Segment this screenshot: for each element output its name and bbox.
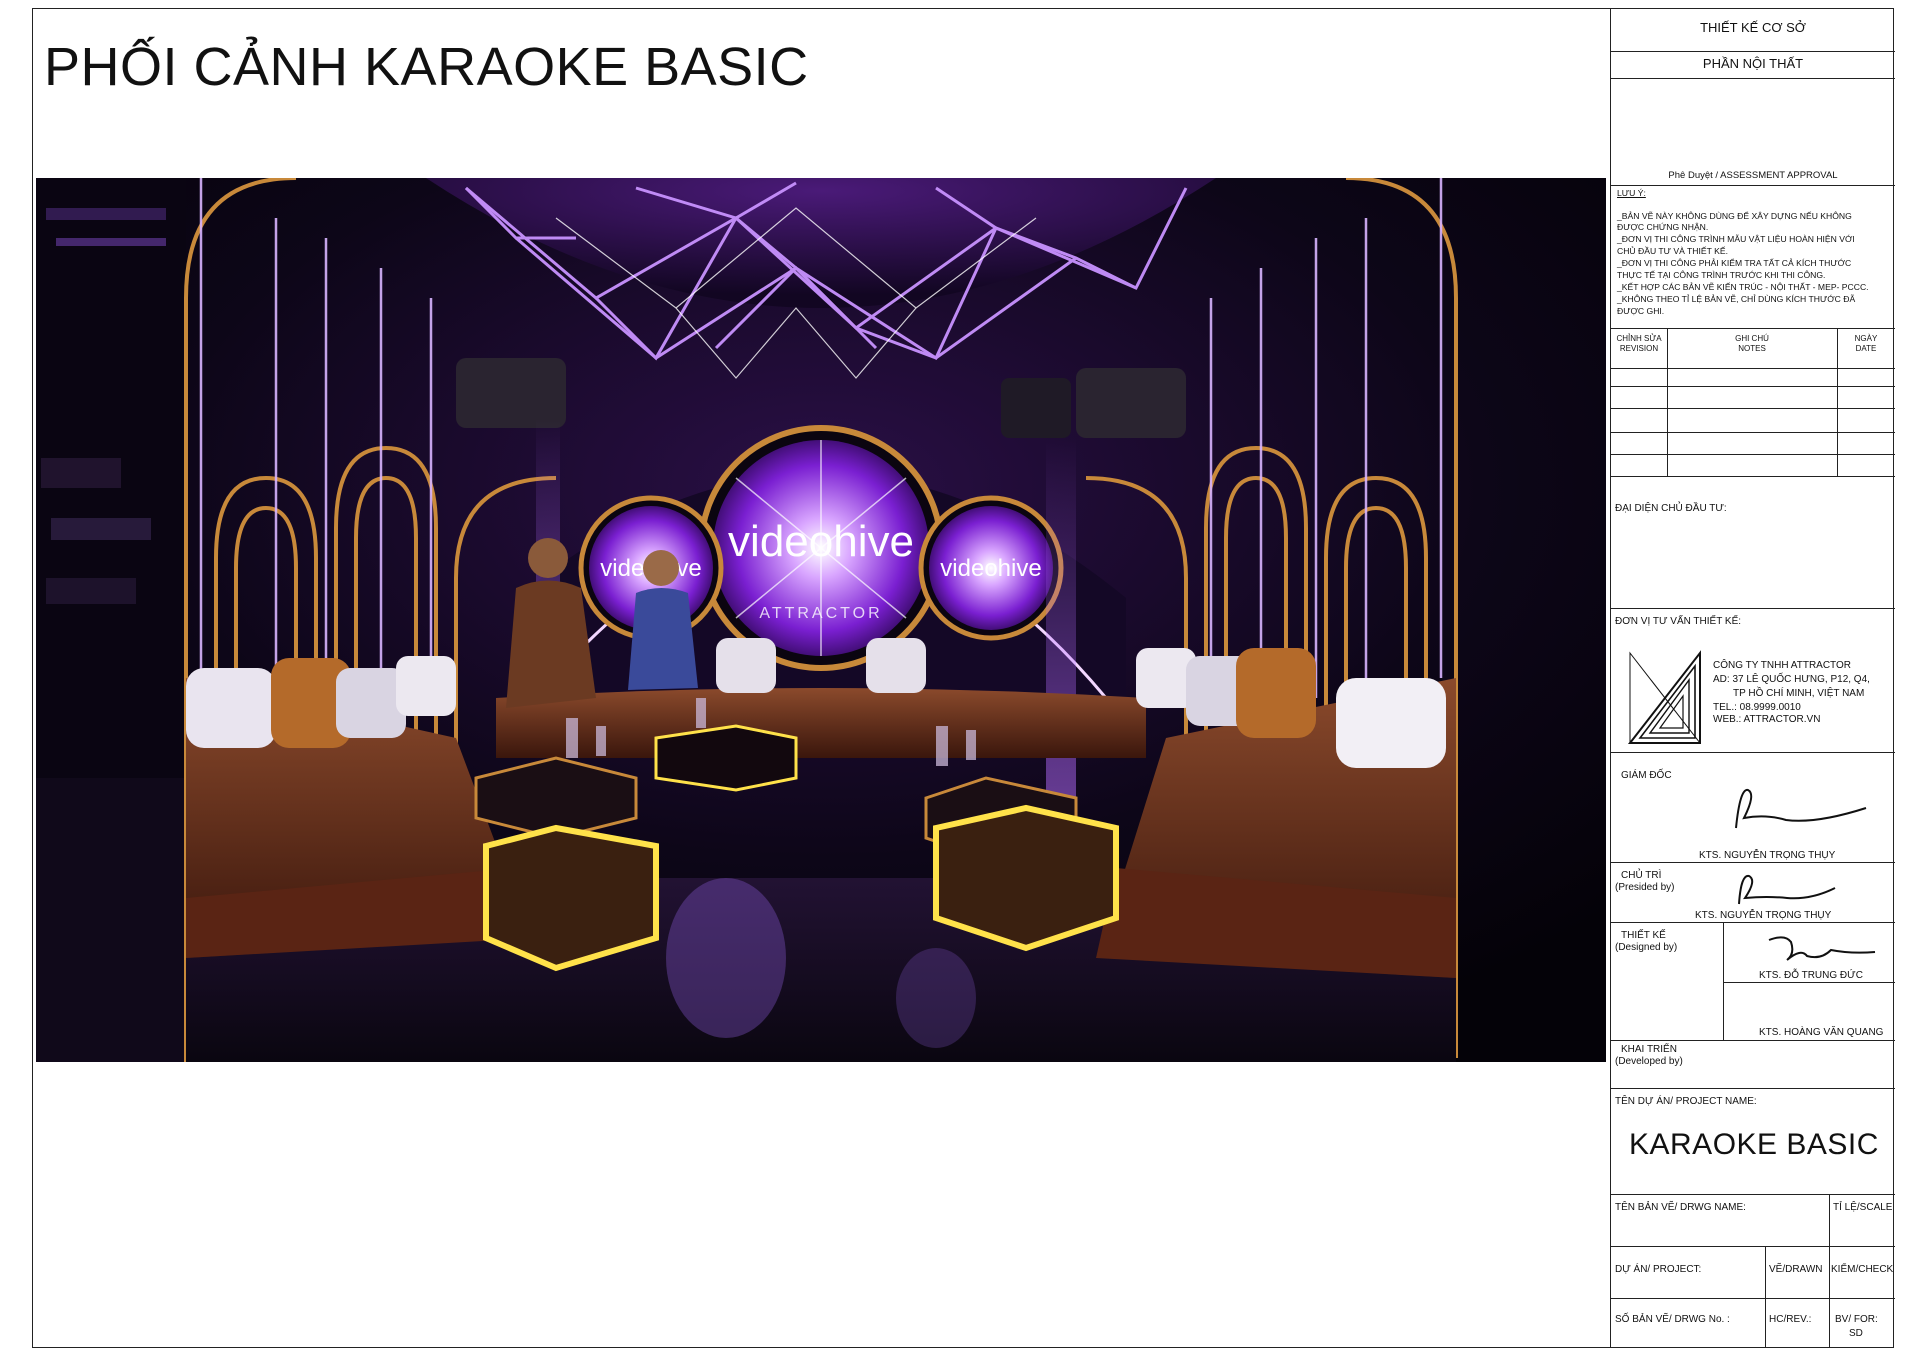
- check-label: KIỂM/CHECK: [1831, 1264, 1894, 1275]
- designed-signature: [1761, 926, 1881, 968]
- notes-heading: LƯU Ý:: [1617, 188, 1646, 198]
- drawn-divider: [1765, 1246, 1766, 1348]
- section-label: PHẦN NỘI THẤT: [1702, 56, 1804, 71]
- scale-divider: [1829, 1194, 1830, 1246]
- title-block: THIẾT KẾ CƠ SỞ PHẦN NỘI THẤT Phê Duyệt /…: [1610, 8, 1895, 1348]
- notes-line: ĐƯỢC CHỨNG NHẬN.: [1617, 222, 1709, 232]
- notes-header: GHI CHÚ NOTES: [1735, 334, 1769, 353]
- notes-line: _KẾT HỢP CÁC BẢN VẼ KIẾN TRÚC - NỘI THẤT…: [1617, 282, 1869, 292]
- render-illustration: videohive videohive videohive ATTRACTOR: [36, 178, 1606, 1062]
- check-divider: [1829, 1246, 1830, 1348]
- for-label: BV/ FOR:: [1835, 1314, 1878, 1325]
- developed-label-en: (Developed by): [1615, 1056, 1683, 1067]
- rev-divider: [1667, 328, 1668, 476]
- company-name: CÔNG TY TNHH ATTRACTOR: [1713, 660, 1851, 671]
- designed-label-en: (Designed by): [1615, 942, 1678, 953]
- notes-line: _BẢN VẼ NÀY KHÔNG DÙNG ĐỂ XÂY DỰNG NẾU K…: [1617, 211, 1852, 221]
- notes-line: _ĐƠN VỊ THI CÔNG TRÌNH MẪU VẬT LIỆU HOÀN…: [1617, 234, 1855, 244]
- drawing-title: PHỐI CẢNH KARAOKE BASIC: [44, 37, 809, 97]
- revision-header: CHỈNH SỬA REVISION: [1616, 334, 1662, 353]
- notes-line: CHỦ ĐẦU TƯ VÀ THIẾT KẾ.: [1617, 246, 1728, 256]
- designed-name-2: KTS. HOÀNG VĂN QUANG: [1759, 1027, 1884, 1038]
- drawn-label: VẼ/DRAWN: [1769, 1264, 1823, 1275]
- project-name-label: TÊN DỰ ÁN/ PROJECT NAME:: [1615, 1096, 1757, 1107]
- screen-text-center: videohive: [728, 517, 914, 566]
- company-tel: TEL.: 08.9999.0010: [1713, 702, 1801, 713]
- presided-signature: [1731, 868, 1841, 910]
- company-web: WEB.: ATTRACTOR.VN: [1713, 714, 1821, 725]
- watermark-text: ATTRACTOR: [759, 605, 882, 622]
- notes-line: _KHÔNG THEO TỈ LỆ BẢN VẼ, CHỈ DÙNG KÍCH …: [1617, 294, 1856, 304]
- developed-label: KHAI TRIỂN: [1621, 1044, 1677, 1055]
- drawing-sheet: PHỐI CẢNH KARAOKE BASIC videohive videoh…: [0, 0, 1920, 1358]
- director-name: KTS. NGUYỄN TRỌNG THỤY: [1699, 850, 1836, 861]
- designed-divider: [1723, 922, 1724, 1040]
- director-label: GIÁM ĐỐC: [1621, 770, 1672, 781]
- drwg-no-label: SỐ BẢN VẼ/ DRWG No. :: [1615, 1314, 1730, 1325]
- owner-rep-label: ĐẠI DIỆN CHỦ ĐẦU TƯ:: [1615, 503, 1727, 514]
- presided-label: CHỦ TRÌ: [1621, 870, 1662, 881]
- consultant-label: ĐƠN VỊ TƯ VẤN THIẾT KẾ:: [1615, 616, 1742, 627]
- director-signature: [1726, 778, 1876, 840]
- rev-label: HC/REV.:: [1769, 1314, 1812, 1325]
- project-name: KARAOKE BASIC: [1629, 1128, 1879, 1161]
- designed-name-1: KTS. ĐỖ TRUNG ĐỨC: [1759, 970, 1863, 981]
- notes-line: _ĐƠN VỊ THI CÔNG PHẢI KIỂM TRA TẤT CẢ KÍ…: [1617, 258, 1852, 268]
- approval-label: Phê Duyệt / ASSESSMENT APPROVAL: [1668, 170, 1838, 181]
- rev-divider: [1837, 328, 1838, 476]
- designed-separator: [1723, 982, 1895, 983]
- notes-line: ĐƯỢC GHI.: [1617, 306, 1665, 316]
- for-value: SD: [1849, 1328, 1863, 1339]
- project-label: DỰ ÁN/ PROJECT:: [1615, 1264, 1702, 1275]
- drawing-name-label: TÊN BẢN VẼ/ DRWG NAME:: [1615, 1202, 1746, 1213]
- notes-line: THỰC TẾ TẠI CÔNG TRÌNH TRƯỚC KHI THI CÔN…: [1617, 270, 1826, 280]
- date-header: NGÀY DATE: [1854, 334, 1878, 353]
- presided-label-en: (Presided by): [1615, 882, 1675, 893]
- screen-text-right: videohive: [940, 555, 1041, 582]
- designed-label: THIẾT KẾ: [1621, 930, 1666, 941]
- company-address-2: TP HỒ CHÍ MINH, VIỆT NAM: [1733, 688, 1865, 699]
- karaoke-render: videohive videohive videohive ATTRACTOR: [36, 178, 1606, 1062]
- presided-name: KTS. NGUYỄN TRỌNG THỤY: [1695, 910, 1832, 921]
- scale-label: TỈ LỆ/SCALE: [1833, 1202, 1893, 1213]
- company-logo: [1625, 648, 1705, 748]
- company-address-1: AD: 37 LÊ QUỐC HƯNG, P12, Q4,: [1713, 674, 1870, 685]
- design-stage: THIẾT KẾ CƠ SỞ: [1700, 20, 1806, 35]
